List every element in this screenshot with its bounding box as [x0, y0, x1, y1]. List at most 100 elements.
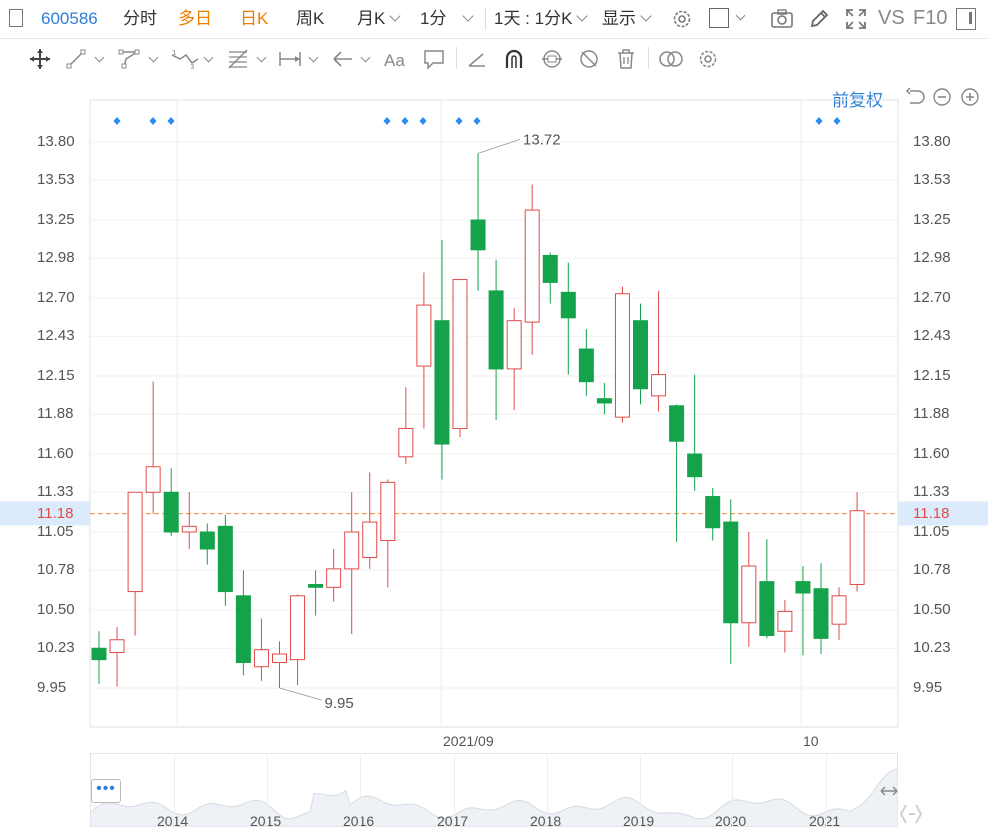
- candle[interactable]: [795, 566, 811, 656]
- candle[interactable]: [741, 532, 757, 647]
- candle[interactable]: [235, 570, 251, 676]
- event-marker-icon[interactable]: [383, 117, 391, 125]
- candle[interactable]: [452, 279, 468, 437]
- candle[interactable]: [633, 303, 648, 405]
- candlestick-chart[interactable]: 13.72 9.95 2021/09 10: [0, 0, 988, 830]
- candle[interactable]: [380, 479, 396, 588]
- candle-body: [777, 610, 793, 632]
- price-axis-label: 9.95: [913, 679, 943, 696]
- candle[interactable]: [308, 570, 324, 616]
- event-marker-icon[interactable]: [419, 117, 427, 125]
- candle-body: [109, 639, 125, 654]
- event-marker-icon[interactable]: [833, 117, 841, 125]
- candle-body: [560, 291, 576, 319]
- candle[interactable]: [398, 387, 414, 464]
- candle[interactable]: [199, 523, 215, 565]
- price-axis-label: 11.60: [913, 445, 950, 462]
- candle-body: [91, 647, 107, 661]
- candle[interactable]: [560, 262, 576, 375]
- candle-body: [831, 595, 847, 625]
- candle[interactable]: [596, 383, 612, 415]
- candle[interactable]: [253, 618, 269, 681]
- price-axis-label: 12.43: [37, 327, 75, 345]
- candle[interactable]: [669, 404, 685, 542]
- candle-body: [759, 581, 775, 637]
- candle[interactable]: [434, 239, 450, 480]
- event-marker-icon[interactable]: [401, 117, 409, 125]
- event-marker-icon[interactable]: [455, 117, 463, 125]
- candle[interactable]: [416, 272, 432, 429]
- overview-year-label: 2019: [623, 813, 655, 829]
- candle-body: [578, 348, 594, 383]
- overview-area-chart: [90, 768, 898, 827]
- candle[interactable]: [614, 286, 630, 423]
- candle-body: [380, 481, 396, 542]
- overview-year-tick: [454, 753, 455, 827]
- more-options-button[interactable]: •••: [91, 779, 121, 803]
- event-marker-icon[interactable]: [167, 117, 175, 125]
- candle[interactable]: [362, 472, 378, 569]
- low-annotation-leader: [279, 687, 322, 701]
- event-marker-icon[interactable]: [113, 117, 121, 125]
- price-axis-label: 10.50: [37, 601, 75, 618]
- candle[interactable]: [705, 488, 721, 541]
- high-annotation: 13.72: [523, 131, 561, 148]
- candle[interactable]: [326, 549, 342, 602]
- candle-body: [614, 293, 630, 418]
- candle[interactable]: [488, 259, 504, 420]
- candle[interactable]: [813, 563, 829, 654]
- event-marker-icon[interactable]: [815, 117, 823, 125]
- candle[interactable]: [163, 468, 179, 537]
- candle[interactable]: [759, 539, 775, 639]
- candle-body: [290, 595, 306, 661]
- overview-year-tick: [732, 753, 733, 827]
- candle[interactable]: [723, 499, 739, 664]
- ellipsis-icon: •••: [96, 780, 116, 797]
- candle[interactable]: [578, 329, 594, 396]
- price-axis-label: 13.80: [913, 133, 951, 150]
- resize-handle-icon[interactable]: [879, 784, 899, 798]
- price-axis-label: 10.78: [37, 561, 75, 579]
- overview-year-label: 2018: [530, 813, 562, 829]
- price-axis-label: 11.88: [913, 405, 950, 423]
- candle-body: [199, 531, 215, 550]
- candle-body: [434, 320, 450, 445]
- candle[interactable]: [470, 153, 486, 291]
- price-axis-label: 10.23: [37, 639, 75, 657]
- price-axis-label: 11.88: [37, 405, 74, 423]
- price-axis-label: 12.70: [913, 289, 951, 306]
- candle-body: [524, 209, 540, 323]
- candle[interactable]: [506, 307, 522, 411]
- candle[interactable]: [91, 631, 107, 684]
- candle[interactable]: [542, 252, 558, 304]
- candle-body: [217, 525, 233, 593]
- candle[interactable]: [217, 514, 233, 606]
- candle-body: [669, 405, 685, 442]
- candle-body: [488, 290, 504, 370]
- candle[interactable]: [127, 491, 143, 636]
- low-annotation: 9.95: [325, 695, 354, 712]
- price-axis-label: 12.98: [37, 249, 75, 267]
- candle[interactable]: [181, 492, 197, 550]
- candle[interactable]: [687, 374, 703, 491]
- overview-year-label: 2021: [809, 813, 841, 829]
- candle[interactable]: [651, 290, 667, 412]
- candle[interactable]: [290, 594, 306, 686]
- candle-body: [687, 453, 703, 478]
- candle[interactable]: [524, 184, 540, 355]
- event-marker-icon[interactable]: [149, 117, 157, 125]
- candle[interactable]: [777, 600, 793, 653]
- candle[interactable]: [831, 587, 847, 640]
- logo-icon: [899, 804, 923, 824]
- candle-body: [795, 581, 811, 594]
- overview-year-label: 2020: [715, 813, 747, 829]
- price-axis-label: 10.50: [913, 601, 951, 618]
- price-axis-label: 10.23: [913, 639, 951, 657]
- event-marker-icon[interactable]: [473, 117, 481, 125]
- candle[interactable]: [109, 627, 125, 687]
- candle[interactable]: [849, 492, 865, 592]
- candle[interactable]: [145, 381, 161, 514]
- price-axis-label: 13.80: [37, 133, 75, 150]
- candle-body: [741, 565, 757, 624]
- candle-body: [362, 521, 378, 559]
